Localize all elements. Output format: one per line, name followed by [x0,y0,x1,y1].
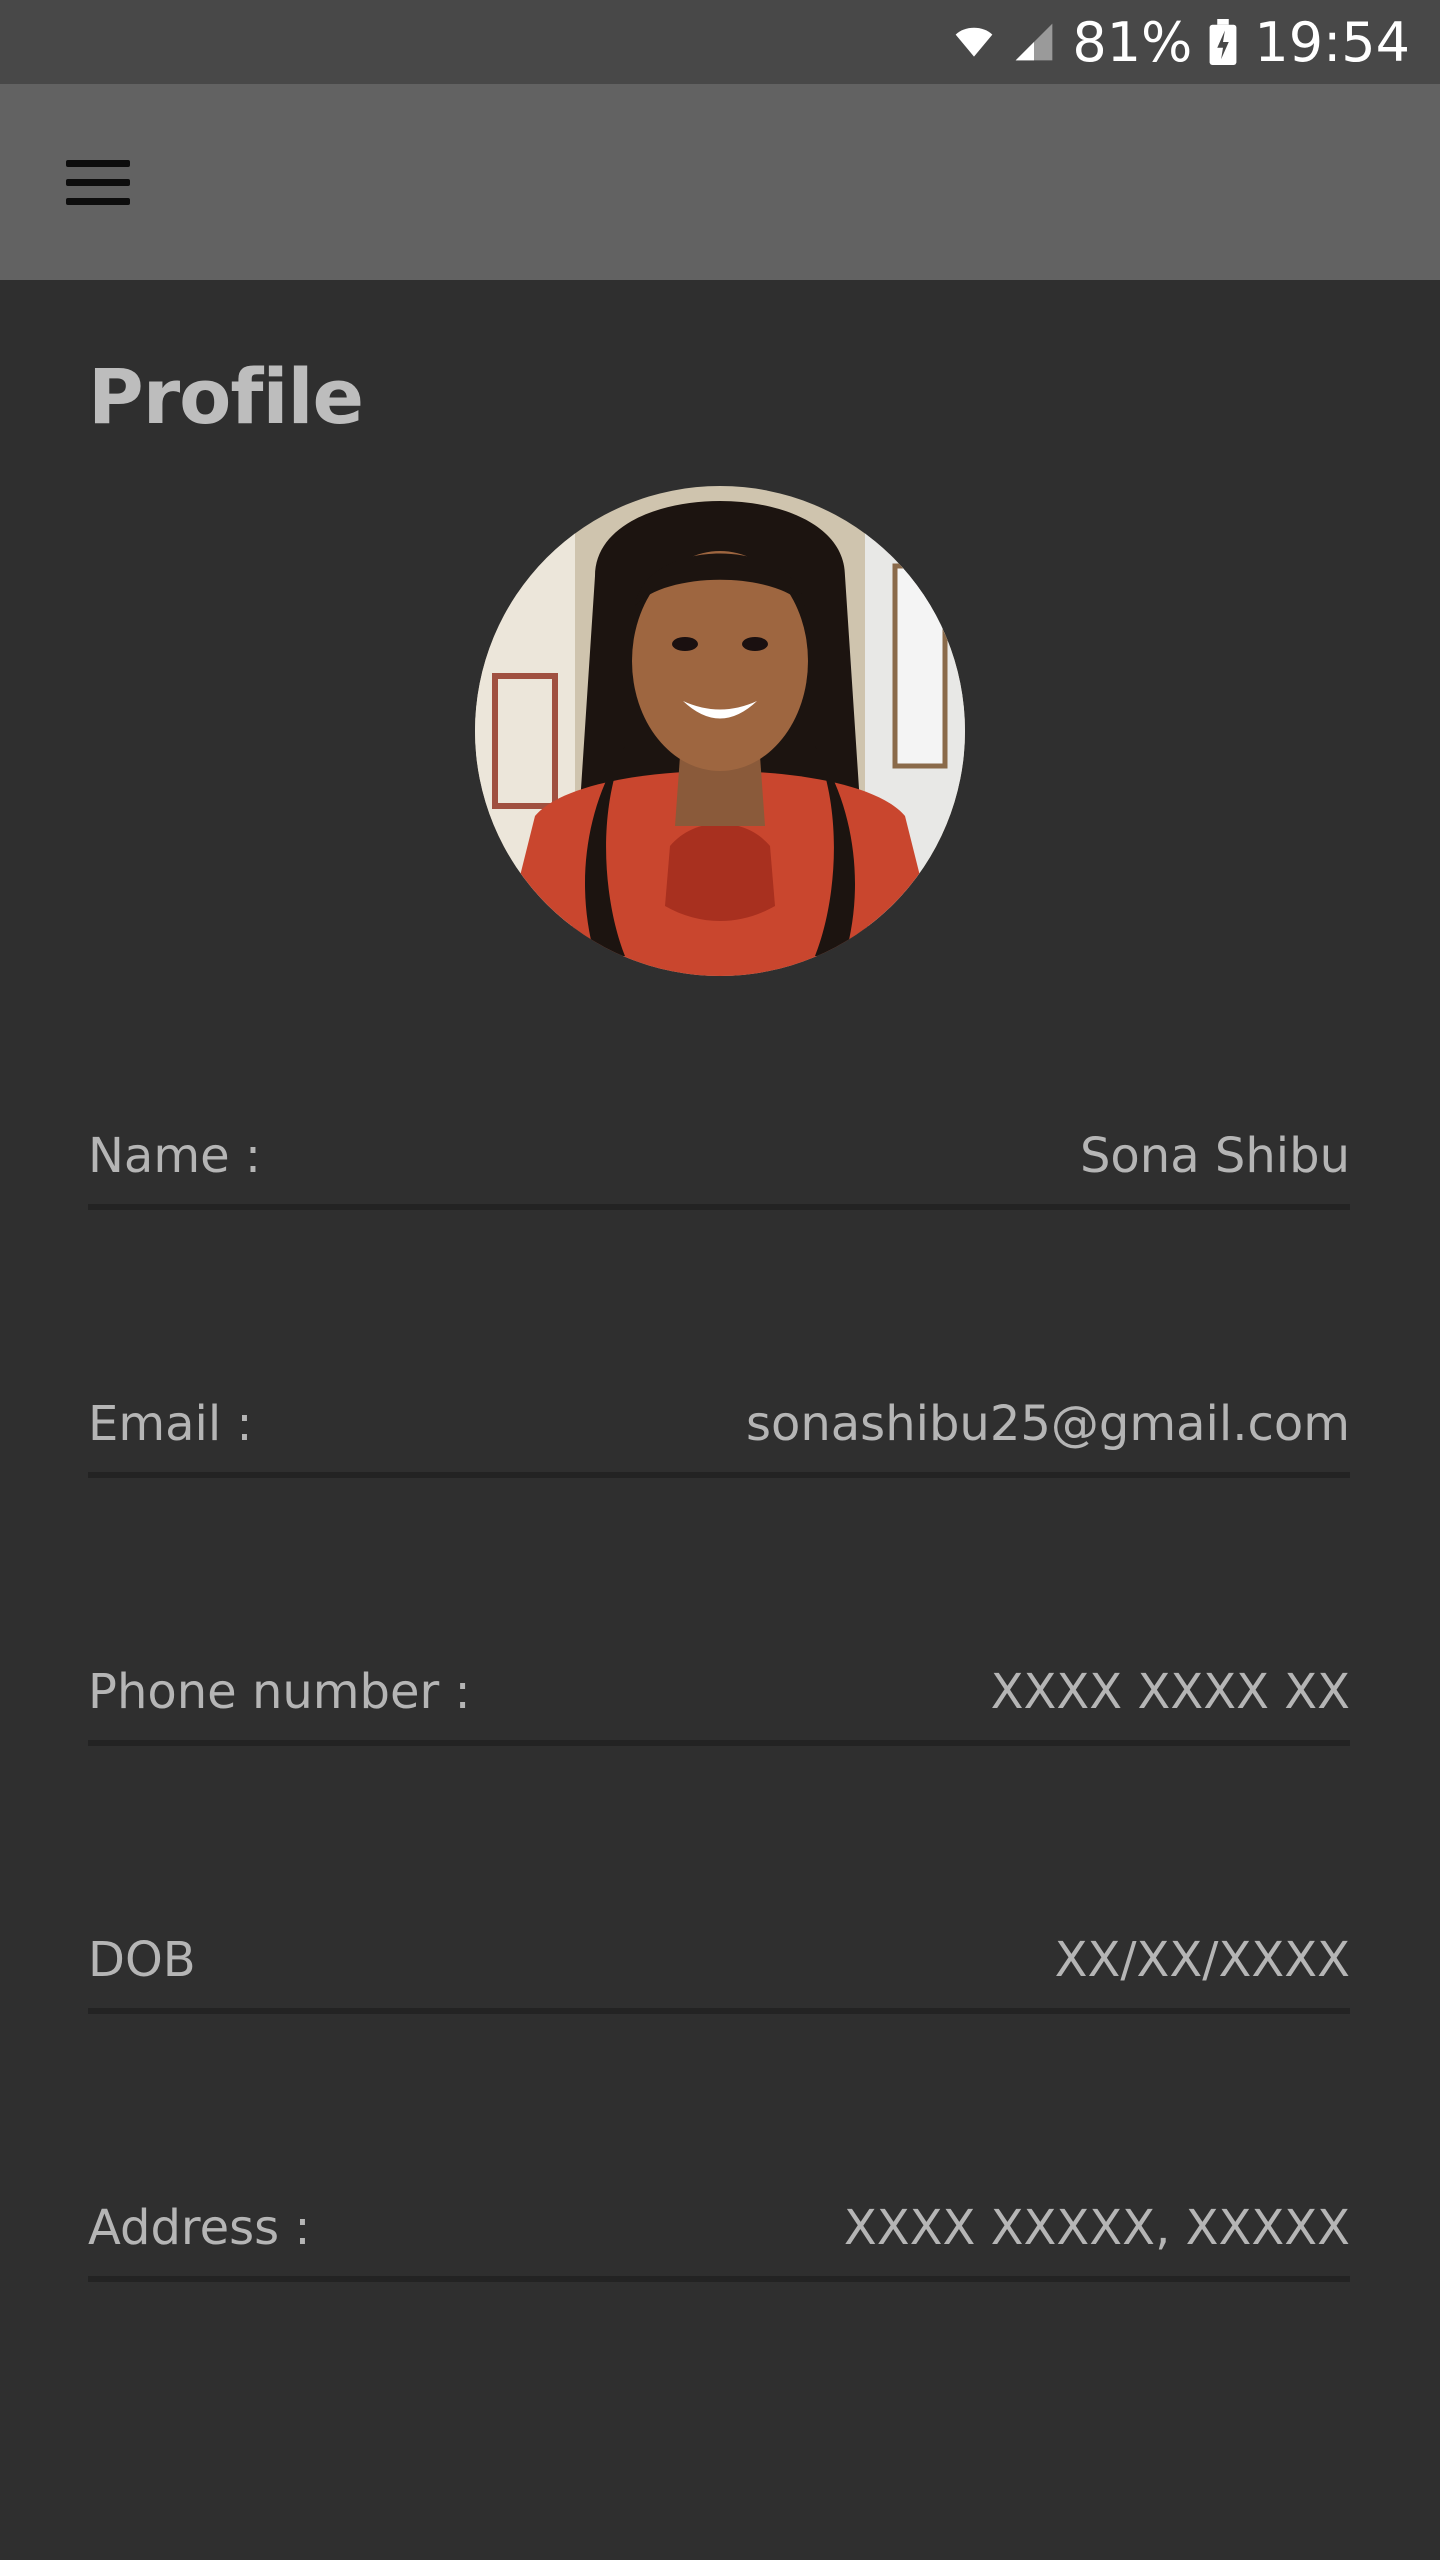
avatar [475,486,965,976]
signal-icon [1012,20,1056,64]
page-title: Profile [88,352,364,441]
address-label: Address : [88,2200,311,2256]
profile-photo [475,486,965,976]
profile-field-dob: DOB XX/XX/XXXX [88,1924,1350,2014]
dob-label: DOB [88,1932,196,1988]
phone-value: XXXX XXXX XX [990,1664,1350,1720]
wifi-icon [952,20,996,64]
app-bar [0,84,1440,280]
name-value: Sona Shibu [1079,1128,1350,1184]
menu-line [66,178,130,186]
profile-field-address: Address : XXXX XXXXX, XXXXX [88,2192,1350,2282]
name-label: Name : [88,1128,262,1184]
hamburger-menu-icon[interactable] [52,144,142,220]
battery-charging-icon [1208,19,1238,65]
battery-percent: 81% [1072,10,1193,74]
address-value: XXXX XXXXX, XXXXX [843,2200,1350,2256]
email-label: Email : [88,1396,253,1452]
dob-value: XX/XX/XXXX [1054,1932,1350,1988]
menu-line [66,159,130,167]
profile-field-phone: Phone number : XXXX XXXX XX [88,1656,1350,1746]
profile-field-email: Email : sonashibu25@gmail.com [88,1388,1350,1478]
menu-line [66,197,130,205]
clock: 19:54 [1254,10,1410,74]
status-bar: 81% 19:54 [0,0,1440,84]
phone-label: Phone number : [88,1664,471,1720]
profile-field-name: Name : Sona Shibu [88,1120,1350,1210]
email-value: sonashibu25@gmail.com [745,1396,1350,1452]
status-icons: 81% 19:54 [952,0,1410,84]
